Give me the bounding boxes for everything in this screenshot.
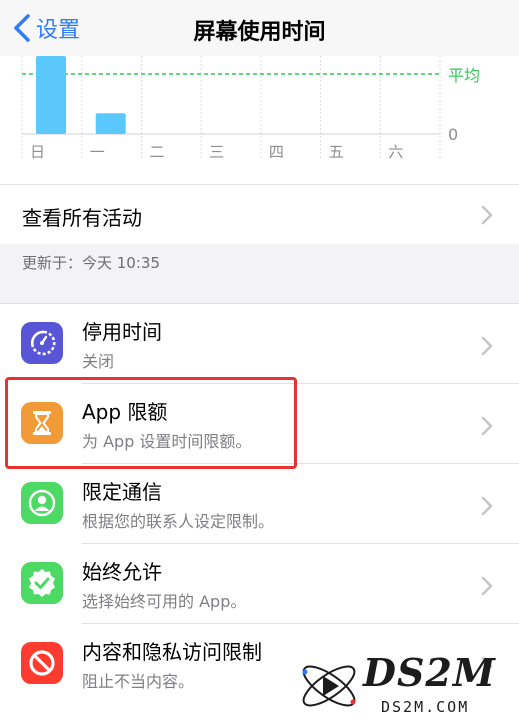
chart-bar	[95, 113, 126, 134]
chart-category-label: 五	[329, 143, 344, 161]
see-all-activity-label: 查看所有活动	[22, 206, 142, 230]
list-item-subtitle: 关闭	[82, 352, 115, 371]
watermark-name: DS2M	[363, 650, 496, 695]
chart-category-label: 三	[209, 143, 224, 161]
list-item-subtitle: 选择始终可用的 App。	[82, 592, 247, 611]
chart-category-label: 二	[149, 143, 164, 161]
chart-average-label: 平均	[448, 66, 480, 85]
chevron-right-icon	[481, 576, 493, 596]
chart-zero-label: 0	[448, 125, 458, 144]
nav-bar: 设置 屏幕使用时间	[0, 0, 519, 56]
usage-chart-svg: 平均 0 日 一 二 三 四 五 六	[21, 56, 480, 161]
list-item-title: 停用时间	[82, 320, 162, 344]
restriction-icon	[21, 642, 63, 684]
list-item-title: 内容和隐私访问限制	[82, 640, 262, 664]
usage-chart: 平均 0 日 一 二 三 四 五 六	[0, 56, 519, 184]
chart-bar	[36, 56, 66, 134]
highlight-box	[5, 377, 297, 469]
chevron-right-icon	[481, 336, 493, 356]
downtime-icon	[21, 322, 63, 364]
watermark: DS2M DS2M.COM	[293, 648, 519, 724]
atom-logo-icon	[302, 665, 356, 707]
contact-icon	[21, 482, 63, 524]
list-item-communication-limits[interactable]: 限定通信 根据您的联系人设定限制。	[0, 464, 519, 544]
chevron-right-icon	[481, 496, 493, 516]
watermark-url: DS2M.COM	[381, 698, 470, 716]
updated-timestamp: 更新于：今天 10:35	[22, 254, 160, 272]
chart-category-label: 一	[90, 143, 105, 161]
list-item-subtitle: 根据您的联系人设定限制。	[82, 512, 275, 531]
see-all-activity-row[interactable]: 查看所有活动	[0, 184, 519, 244]
list-item-downtime[interactable]: 停用时间 关闭	[0, 304, 519, 384]
list-item-always-allowed[interactable]: 始终允许 选择始终可用的 App。	[0, 544, 519, 624]
chart-category-label: 六	[388, 143, 403, 161]
list-item-title: 限定通信	[82, 480, 162, 504]
chart-category-label: 日	[30, 143, 45, 161]
checkmark-badge-icon	[21, 562, 63, 604]
chevron-right-icon	[481, 416, 493, 436]
chevron-right-icon	[481, 205, 493, 225]
page-title: 屏幕使用时间	[193, 20, 326, 45]
list-item-subtitle: 阻止不当内容。	[82, 672, 195, 691]
chart-category-label: 四	[269, 143, 284, 161]
list-item-title: 始终允许	[82, 560, 162, 584]
